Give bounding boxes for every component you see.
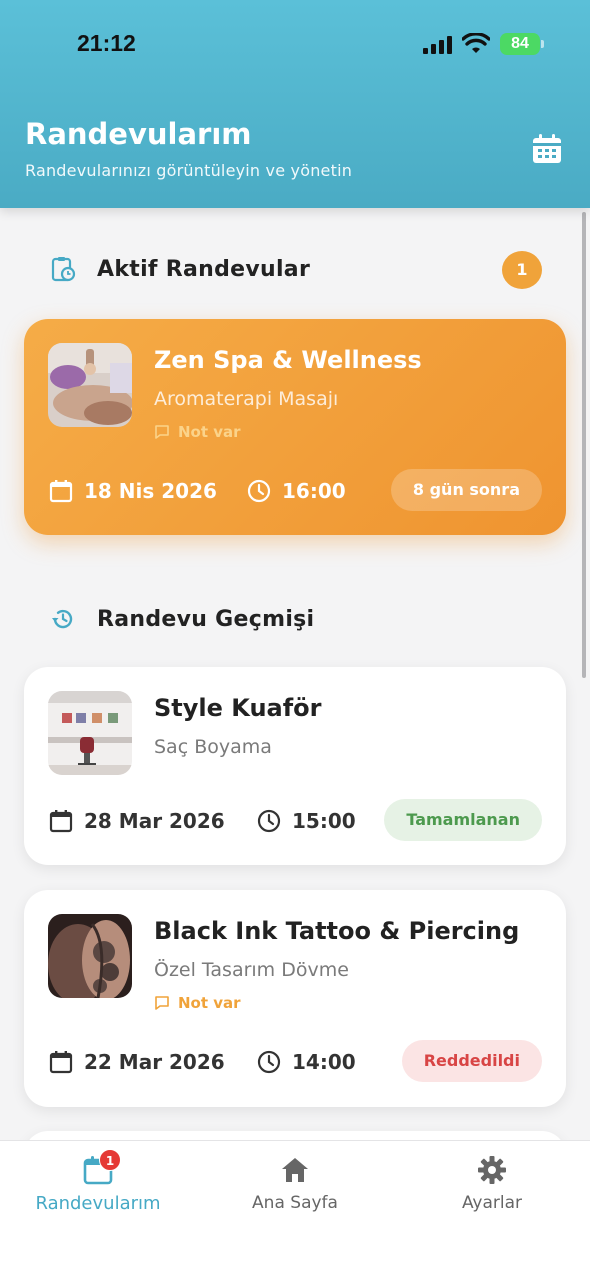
appointment-time: 15:00 (256, 808, 356, 834)
nav-label: Randevularım (35, 1193, 161, 1214)
appointment-card-history[interactable]: Black Ink Tattoo & Piercing Özel Tasarım… (24, 890, 566, 1107)
status-bar: 21:12 84 (0, 0, 590, 90)
note-indicator: Not var (154, 994, 241, 1012)
appointment-card-history[interactable]: Style Kuaför Saç Boyama 28 Mar 2026 15:0… (24, 667, 566, 865)
wifi-icon (462, 33, 490, 53)
appointment-card-active[interactable]: Zen Spa & Wellness Aromaterapi Masajı No… (24, 319, 566, 535)
calendar-icon (49, 810, 73, 833)
status-badge: 8 gün sonra (390, 469, 542, 511)
appointment-meta: 18 Nis 2026 16:00 (48, 476, 346, 506)
appointment-date: 22 Mar 2026 (48, 1049, 256, 1075)
appointment-date: 18 Nis 2026 (48, 478, 246, 504)
home-icon (282, 1158, 308, 1182)
business-name: Style Kuaför (154, 694, 322, 722)
active-section-header: Aktif Randevular (50, 254, 310, 284)
appointment-meta: 22 Mar 2026 14:00 (48, 1047, 356, 1077)
gear-icon (478, 1156, 506, 1184)
calendar-icon[interactable] (530, 132, 564, 166)
nav-item-settings[interactable]: Ayarlar (394, 1141, 590, 1241)
clock-icon (247, 479, 271, 503)
history-icon (52, 609, 73, 629)
note-indicator: Not var (154, 423, 241, 441)
note-label: Not var (178, 423, 241, 441)
scrollbar[interactable] (582, 212, 586, 678)
business-photo-tattoo (48, 914, 132, 998)
service-name: Aromaterapi Masajı (154, 388, 339, 410)
business-name: Black Ink Tattoo & Piercing (154, 917, 520, 945)
appointment-meta: 28 Mar 2026 15:00 (48, 806, 356, 836)
nav-notification-badge: 1 (99, 1149, 121, 1171)
signal-icon (423, 36, 452, 54)
nav-label: Ayarlar (461, 1193, 523, 1213)
service-name: Saç Boyama (154, 736, 272, 758)
business-photo-spa (48, 343, 132, 427)
appointment-date: 28 Mar 2026 (48, 808, 256, 834)
status-time: 21:12 (77, 30, 136, 56)
appointment-time: 16:00 (246, 478, 346, 504)
nav-item-home[interactable]: Ana Sayfa (197, 1141, 393, 1241)
status-badge: Reddedildi (401, 1040, 542, 1082)
clipboard-clock-icon (51, 257, 76, 282)
appointment-time: 14:00 (256, 1049, 356, 1075)
note-label: Not var (178, 994, 241, 1012)
service-name: Özel Tasarım Dövme (154, 959, 349, 981)
clock-icon (257, 809, 281, 833)
active-count-badge: 1 (502, 251, 542, 289)
page-title: Randevularım (25, 117, 252, 151)
history-section-title: Randevu Geçmişi (97, 606, 315, 632)
clock-icon (257, 1050, 281, 1074)
active-section-title: Aktif Randevular (97, 256, 311, 282)
bottom-navigation: 1 Randevularım Ana Sayfa Ayarlar (0, 1140, 590, 1279)
business-name: Zen Spa & Wellness (154, 346, 422, 374)
nav-label: Ana Sayfa (252, 1193, 338, 1213)
comment-icon (155, 996, 169, 1010)
business-photo-salon (48, 691, 132, 775)
app-header: 21:12 84 Randevularım Randevularınızı gö… (0, 0, 590, 208)
battery-indicator: 84 (500, 33, 544, 55)
comment-icon (155, 425, 169, 439)
status-badge: Tamamlanan (384, 799, 542, 841)
calendar-icon (49, 480, 73, 503)
page-subtitle: Randevularınızı görüntüleyin ve yönetin (25, 161, 353, 180)
nav-item-appointments[interactable]: 1 Randevularım (0, 1141, 196, 1241)
calendar-icon (49, 1051, 73, 1074)
history-section-header: Randevu Geçmişi (50, 604, 314, 634)
